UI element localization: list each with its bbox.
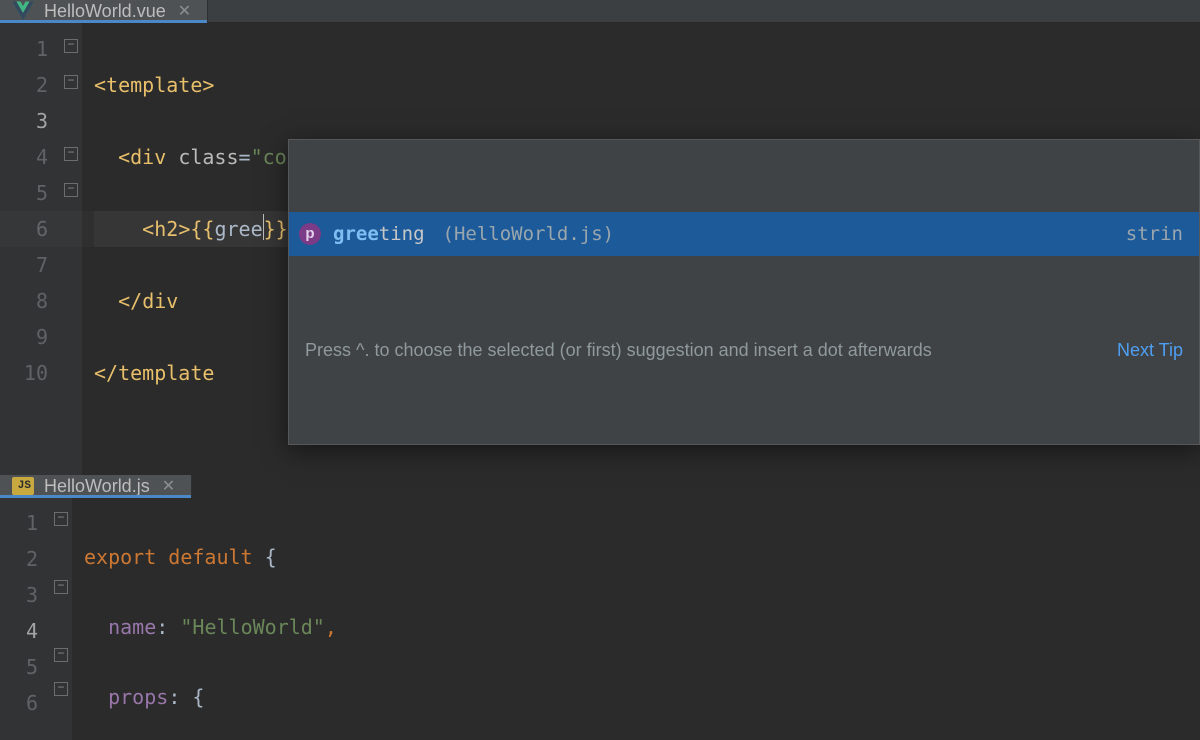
autocomplete-popup: p greeting (HelloWorld.js) strin Press ^…: [288, 139, 1200, 445]
code-editor-bottom[interactable]: 1 2 3 4 5 6 − − − − export default { nam…: [0, 498, 1200, 740]
editor-pane-vue: HelloWorld.vue ✕ 1 2 3 4 5 6 7 8 9 10 − …: [0, 0, 1200, 475]
fold-toggle[interactable]: −: [64, 75, 78, 89]
fold-toggle[interactable]: −: [64, 147, 78, 161]
js-file-icon: JS: [12, 475, 34, 497]
vue-file-icon: [12, 0, 34, 22]
completion-source: (HelloWorld.js): [443, 216, 615, 252]
tab-label: HelloWorld.vue: [44, 1, 166, 22]
close-icon[interactable]: ✕: [160, 476, 177, 496]
fold-column-bottom: − − − −: [50, 498, 72, 740]
completion-label: greeting: [333, 216, 425, 252]
close-icon[interactable]: ✕: [176, 1, 193, 21]
code-body-bottom[interactable]: export default { name: "HelloWorld", pro…: [72, 498, 1200, 740]
editor-pane-js: JS HelloWorld.js ✕ 1 2 3 4 5 6 − − − − e…: [0, 475, 1200, 740]
tab-helloworld-js[interactable]: JS HelloWorld.js ✕: [0, 475, 192, 497]
completion-tip: Press ^. to choose the selected (or firs…: [289, 328, 1199, 372]
tab-helloworld-vue[interactable]: HelloWorld.vue ✕: [0, 0, 208, 22]
fold-toggle[interactable]: −: [54, 648, 68, 662]
tab-label: HelloWorld.js: [44, 476, 150, 497]
fold-toggle[interactable]: −: [54, 682, 68, 696]
fold-toggle[interactable]: −: [64, 183, 78, 197]
text-caret: [263, 214, 264, 240]
next-tip-link[interactable]: Next Tip: [1117, 332, 1183, 368]
fold-toggle[interactable]: −: [54, 512, 68, 526]
completion-item[interactable]: p greeting (HelloWorld.js) strin: [289, 212, 1199, 256]
fold-toggle[interactable]: −: [54, 580, 68, 594]
property-badge-icon: p: [299, 223, 321, 245]
completion-type: strin: [1126, 216, 1183, 252]
fold-toggle[interactable]: −: [64, 39, 78, 53]
tab-bar-top: HelloWorld.vue ✕: [0, 0, 1200, 23]
line-gutter-bottom: 1 2 3 4 5 6: [0, 498, 50, 740]
